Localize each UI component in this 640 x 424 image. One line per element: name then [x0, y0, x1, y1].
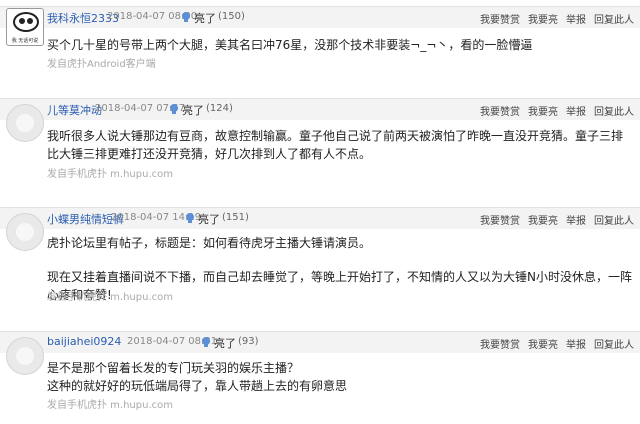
reply-text-line: 这种的就好好的玩低端局得了，靠人带趟上去的有卵意思: [47, 379, 348, 393]
reply-body: 我听很多人说大锤那边有豆商，故意控制输赢。童子他自己说了前两天被演怕了昨晚一直没…: [47, 127, 632, 163]
reply-link[interactable]: 回复此人: [594, 15, 634, 26]
reply-thread: 我科永恒2333 2018-04-07 08:00 亮了 (150) 我要赞赏我…: [0, 0, 640, 424]
reply-text-line: 虎扑论坛里有帖子，标题是：如何看待虎牙主播大锤请演员。: [47, 236, 372, 250]
report-link[interactable]: 举报: [566, 216, 586, 227]
light-link[interactable]: 我要亮: [528, 107, 558, 118]
reply-actions: 我要赞赏 我要亮 举报 回复此人: [472, 336, 634, 351]
light-label[interactable]: 亮了: [182, 102, 204, 118]
reply-text-line: 我听很多人说大锤那边有豆商，故意控制输赢。童子他自己说了前两天被演怕了昨晚一直没…: [47, 129, 624, 161]
reply-text-line: 买个几十星的号带上两个大腿，美其名曰冲76星，没那个技术非要装¬_¬丶，看的一脸…: [47, 38, 533, 52]
reply-actions: 我要赞赏 我要亮 举报 回复此人: [472, 212, 634, 227]
appreciate-link[interactable]: 我要赞赏: [480, 340, 520, 351]
panda-face-icon: [13, 12, 39, 32]
light-link[interactable]: 我要亮: [528, 340, 558, 351]
reply-body: 买个几十星的号带上两个大腿，美其名曰冲76星，没那个技术非要装¬_¬丶，看的一脸…: [47, 36, 632, 54]
avatar[interactable]: 我 无话可说: [6, 8, 44, 46]
post-source: 发自手机虎扑 m.hupu.com: [47, 169, 173, 180]
reply-meta-bar: 儿等莫冲动 2018-04-07 07:57 亮了 (124) 我要赞赏 我要亮举…: [0, 98, 640, 120]
reply-link[interactable]: 回复此人: [594, 340, 634, 351]
reply-body: 是不是那个留着长发的专门玩关羽的娱乐主播？ 这种的就好好的玩低端局得了，靠人带趟…: [47, 359, 632, 395]
report-link[interactable]: 举报: [566, 340, 586, 351]
username-link[interactable]: 儿等莫冲动: [47, 102, 102, 118]
avatar-caption: 我 无话可说: [11, 38, 39, 44]
light-link[interactable]: 我要亮: [528, 15, 558, 26]
report-link[interactable]: 举报: [566, 107, 586, 118]
light-label[interactable]: 亮了: [214, 335, 236, 351]
reply-link[interactable]: 回复此人: [594, 107, 634, 118]
post-source: 发自手机虎扑 m.hupu.com: [47, 292, 173, 303]
reply-actions: 我要赞赏 我要亮 举报 回复此人: [472, 11, 634, 26]
appreciate-link[interactable]: 我要赞赏: [480, 216, 520, 227]
appreciate-link[interactable]: 我要赞赏: [480, 107, 520, 118]
avatar[interactable]: [6, 104, 44, 142]
reply-meta-bar: baijiahei0924 2018-04-07 08:31 亮了 (93) 我…: [0, 331, 640, 353]
reply-link[interactable]: 回复此人: [594, 216, 634, 227]
light-bulb-icon[interactable]: [180, 11, 192, 23]
light-count: (93): [238, 336, 259, 347]
avatar[interactable]: [6, 337, 44, 375]
appreciate-link[interactable]: 我要赞赏: [480, 15, 520, 26]
reply-meta-bar: 小蝶男纯情短裤 2018-04-07 14:19 亮了 (151) 我要赞赏 我要…: [0, 207, 640, 229]
report-link[interactable]: 举报: [566, 15, 586, 26]
post-source: 发自手机虎扑 m.hupu.com: [47, 400, 173, 411]
username-link[interactable]: baijiahei0924: [47, 335, 121, 348]
light-label[interactable]: 亮了: [194, 10, 216, 26]
reply-actions: 我要赞赏 我要亮 举报 回复此人: [472, 103, 634, 118]
reply-meta-bar: 我科永恒2333 2018-04-07 08:00 亮了 (150) 我要赞赏我…: [0, 6, 640, 28]
light-count: (150): [218, 11, 245, 22]
light-label[interactable]: 亮了: [198, 211, 220, 227]
light-bulb-icon[interactable]: [200, 336, 212, 348]
light-count: (124): [206, 103, 233, 114]
light-bulb-icon[interactable]: [184, 212, 196, 224]
light-bulb-icon[interactable]: [168, 103, 180, 115]
post-source: 发自虎扑Android客户端: [47, 59, 156, 70]
light-link[interactable]: 我要亮: [528, 216, 558, 227]
light-count: (151): [222, 212, 249, 223]
avatar[interactable]: [6, 213, 44, 251]
reply-text-line: 是不是那个留着长发的专门玩关羽的娱乐主播？: [47, 361, 300, 375]
